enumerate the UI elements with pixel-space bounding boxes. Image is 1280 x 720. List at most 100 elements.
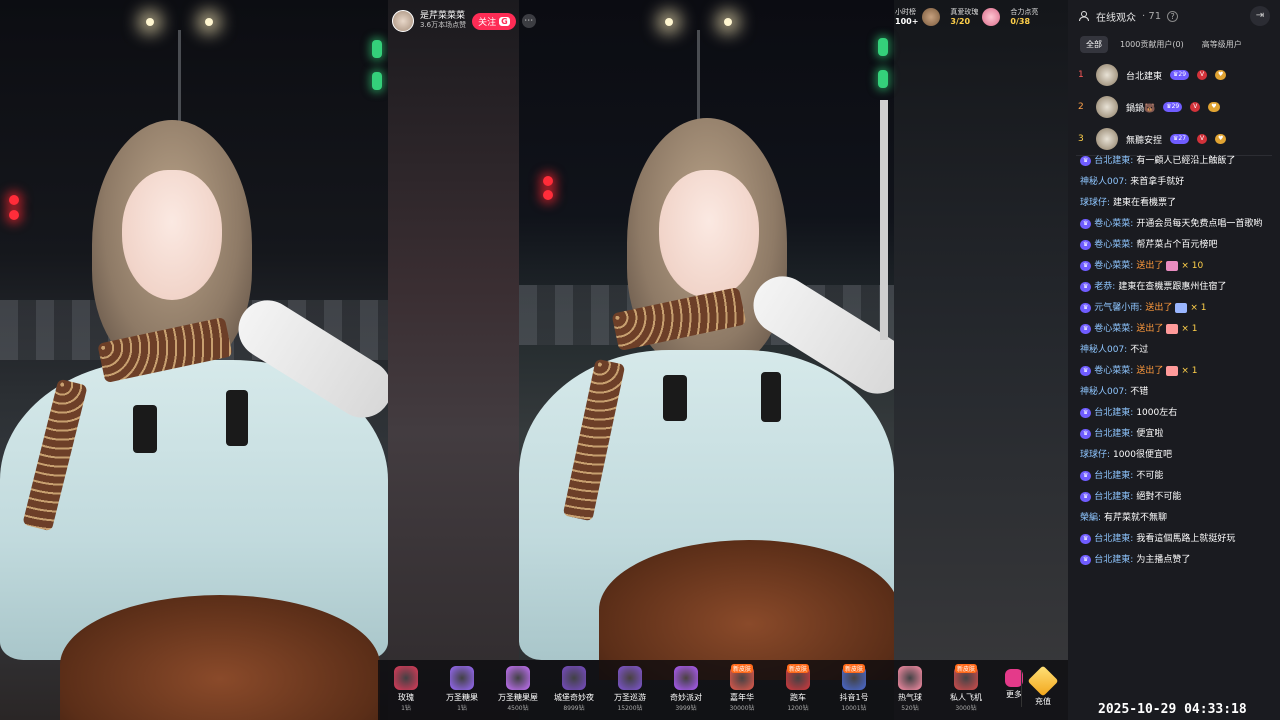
rank-name: 鍋鍋🐻 — [1126, 103, 1156, 114]
stat-hour-rank[interactable]: 小时榜 100+ — [895, 8, 941, 26]
stat-label: 真爱玫瑰 — [950, 8, 979, 17]
gift-name: 万圣糖果屋 — [498, 693, 538, 702]
gift-item[interactable]: 万圣糖果屋 4500钻 — [490, 666, 546, 712]
gift-item[interactable]: 新皮肤 嘉年华 30000钻 — [714, 664, 770, 712]
gift-name: 抖音1号 — [839, 693, 869, 702]
gift-item[interactable]: 新皮肤 抖音1号 10001钻 — [826, 664, 882, 712]
level-badge: ♛ — [1080, 365, 1092, 376]
follow-button[interactable]: 关注 G — [472, 12, 516, 30]
tab-high-level[interactable]: 高等级用户 — [1196, 36, 1248, 53]
blur-divider — [388, 0, 519, 720]
chat-message: 神秘人007: 来首拿手就好 — [1080, 175, 1268, 189]
chat-user[interactable]: 卷心菜菜: — [1094, 324, 1133, 334]
gift-count: × 1 — [1181, 324, 1198, 334]
rank-row[interactable]: 1 台北建東 ♛29 V ♥ — [1068, 59, 1280, 91]
chat-user[interactable]: 球球仔: — [1080, 450, 1110, 460]
level-badge: ♛27 — [1170, 134, 1190, 144]
follow-label: 关注 — [478, 17, 497, 28]
chat-user[interactable]: 台北建東: — [1094, 492, 1133, 502]
gift-name: 城堡奇妙夜 — [554, 693, 594, 702]
tab-all[interactable]: 全部 — [1080, 36, 1108, 53]
chat-user[interactable]: 元气馨小雨: — [1094, 303, 1142, 313]
level-badge: ♛ — [1080, 239, 1092, 250]
help-icon[interactable]: ? — [1167, 10, 1179, 22]
gift-item[interactable]: 城堡奇妙夜 8999钻 — [546, 666, 602, 712]
gift-item[interactable]: 奇妙派对 3999钻 — [658, 666, 714, 712]
live-stream-app: 是芹菜菜菜 3.6万本场点赞 关注 G ⋯ 小时榜 100+ 真爱玫瑰 3/20 — [0, 0, 1280, 720]
collapse-icon[interactable]: ⇥ — [1250, 6, 1270, 26]
avatar[interactable] — [1096, 128, 1118, 150]
host-text: 是芹菜菜菜 3.6万本场点赞 — [420, 11, 466, 30]
rose-icon — [982, 8, 1001, 26]
chat-user[interactable]: 台北建東: — [1094, 534, 1133, 544]
recharge-button[interactable]: 充值 — [1021, 665, 1059, 707]
chat-user[interactable]: 卷心菜菜: — [1094, 240, 1133, 250]
tab-contributors[interactable]: 1000贡献用户(0) — [1114, 36, 1190, 53]
chat-feed[interactable]: ♛ 台北建東: 有一顧人已經沿上触飯了 神秘人007: 来首拿手就好 球球仔: 建東在看機… — [1068, 150, 1280, 720]
avatar[interactable] — [1096, 64, 1118, 86]
gift-item[interactable]: 玫瑰 1钻 — [378, 666, 434, 712]
chat-message: ♛ 台北建東: 为主播点赞了 — [1080, 553, 1268, 567]
chat-user[interactable]: 台北建東: — [1094, 429, 1133, 439]
gift-icon — [450, 666, 474, 690]
gift-item[interactable]: 新皮肤 跑车 1200钻 — [770, 664, 826, 712]
chat-user[interactable]: 台北建東: — [1094, 555, 1133, 565]
audience-sidebar: 在线观众 · 71 ? ⇥ 全部 1000贡献用户(0) 高等级用户 1 台北建東… — [1068, 0, 1280, 720]
chat-message: ♛ 卷心菜菜: 送出了 × 1 — [1080, 364, 1268, 378]
chat-user[interactable]: 台北建東: — [1094, 408, 1133, 418]
stat-rose[interactable]: 真爱玫瑰 3/20 — [950, 8, 1001, 26]
chat-text: 不错 — [1130, 387, 1149, 397]
level-badge: ♛ — [1080, 491, 1092, 502]
chat-user[interactable]: 卷心菜菜: — [1094, 366, 1133, 376]
host-avatar[interactable] — [392, 10, 414, 32]
rank-number: 3 — [1078, 134, 1084, 144]
chat-text: 送出了 — [1136, 366, 1164, 376]
level-badge: ♛ — [1080, 218, 1092, 229]
chat-user[interactable]: 台北建東: — [1094, 156, 1133, 166]
chat-text: 开通会员每天免费点唱一首歌哟 — [1136, 219, 1263, 229]
gift-name: 热气球 — [898, 693, 922, 702]
stat-light[interactable]: 合力点亮 0/38 — [1010, 8, 1038, 26]
chat-user[interactable]: 台北建東: — [1094, 471, 1133, 481]
gift-price: 4500钻 — [507, 705, 529, 712]
chat-user[interactable]: 卷心菜菜: — [1094, 261, 1133, 271]
avatar[interactable] — [1096, 96, 1118, 118]
host-info[interactable]: 是芹菜菜菜 3.6万本场点赞 关注 G ⋯ — [388, 8, 540, 34]
chat-user[interactable]: 神秘人007: — [1080, 387, 1127, 397]
chat-user[interactable]: 神秘人007: — [1080, 345, 1127, 355]
gift-item[interactable]: 万圣糖果 1钻 — [434, 666, 490, 712]
gift-price: 1钻 — [401, 705, 411, 712]
gift-item[interactable]: 热气球 520钻 — [882, 666, 938, 712]
gift-item[interactable]: 万圣巡游 15200钻 — [602, 666, 658, 712]
gift-item[interactable]: 新皮肤 私人飞机 3000钻 — [938, 664, 994, 712]
rank-icon — [922, 8, 941, 26]
more-icon[interactable]: ⋯ — [521, 14, 536, 28]
gift-name: 万圣巡游 — [614, 693, 646, 702]
gift-name: 万圣糖果 — [446, 693, 478, 702]
chat-user[interactable]: 球球仔: — [1080, 198, 1110, 208]
gift-price: 520钻 — [901, 705, 919, 712]
chat-message: 球球仔: 建東在看機票了 — [1080, 196, 1268, 210]
chat-text: 帮芹菜占个百元榜吧 — [1136, 240, 1218, 250]
chat-user[interactable]: 榮編: — [1080, 513, 1101, 523]
chat-text: 有一顧人已經沿上触飯了 — [1136, 156, 1236, 166]
fan-badge: ♥ — [1215, 134, 1227, 144]
rank-row[interactable]: 2 鍋鍋🐻 ♛29 V ♥ — [1068, 91, 1280, 123]
gift-more-label: 更多 — [1006, 690, 1022, 699]
chat-text: 送出了 — [1145, 303, 1173, 313]
gift-price: 1200钻 — [787, 705, 809, 712]
chat-text: 絕對不可能 — [1136, 492, 1182, 502]
gift-icon — [1166, 365, 1179, 376]
chat-user[interactable]: 卷心菜菜: — [1094, 219, 1133, 229]
main-video[interactable] — [519, 0, 894, 720]
follow-badge: G — [499, 16, 510, 26]
chat-message: 神秘人007: 不过 — [1080, 343, 1268, 357]
chat-text: 有芹菜就不無聊 — [1104, 513, 1168, 523]
stat-value: 3/20 — [950, 16, 971, 26]
level-badge: ♛29 — [1170, 70, 1190, 80]
chat-user[interactable]: 老恭: — [1094, 282, 1115, 292]
gift-tag: 新皮肤 — [786, 664, 809, 673]
gift-price: 30000钻 — [729, 705, 755, 712]
chat-user[interactable]: 神秘人007: — [1080, 177, 1127, 187]
chat-message: 榮編: 有芹菜就不無聊 — [1080, 511, 1268, 525]
